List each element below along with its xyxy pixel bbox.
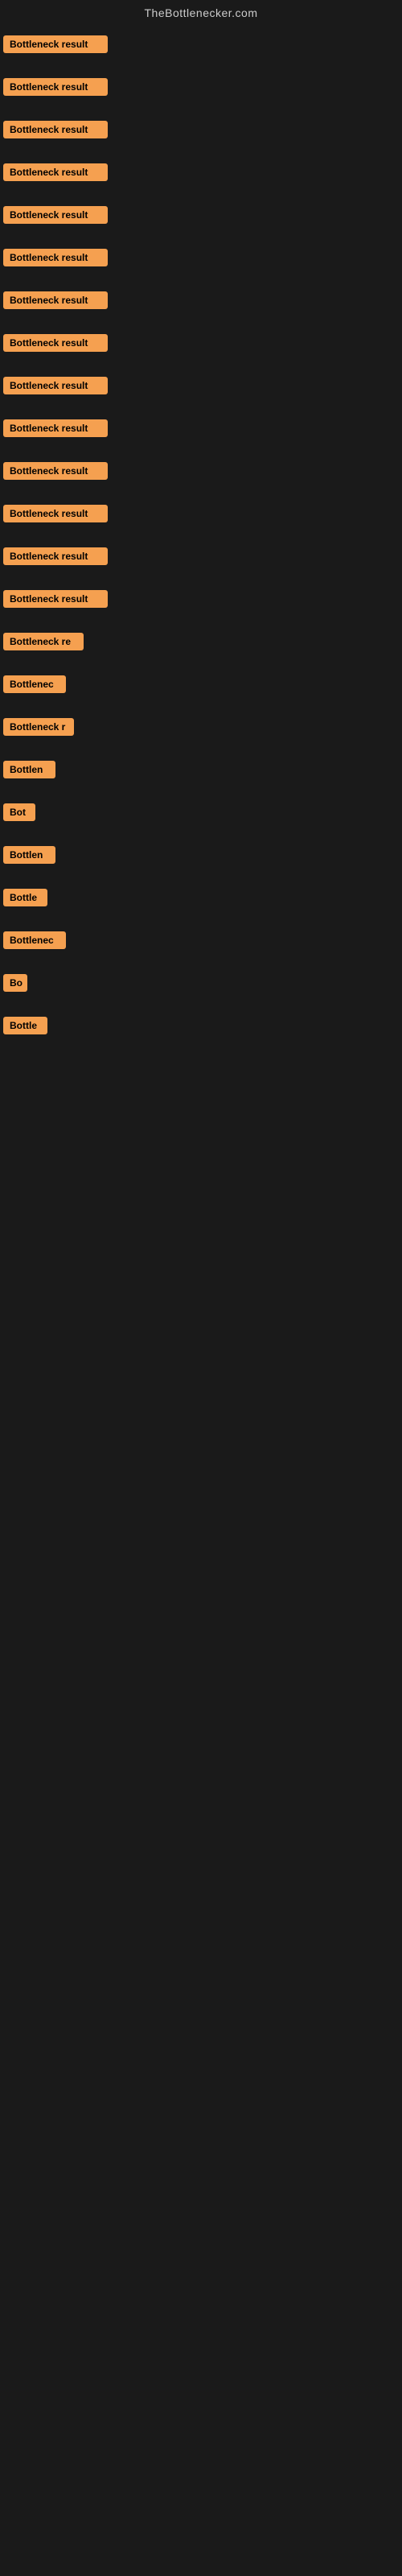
bottleneck-result-badge[interactable]: Bottleneck re bbox=[3, 633, 84, 650]
list-item: Bottlenec bbox=[3, 669, 399, 712]
bottleneck-result-badge[interactable]: Bottleneck result bbox=[3, 163, 108, 181]
bottleneck-result-badge[interactable]: Bottle bbox=[3, 889, 47, 906]
bottleneck-result-badge[interactable]: Bottlenec bbox=[3, 931, 66, 949]
list-item: Bottleneck result bbox=[3, 242, 399, 285]
bottleneck-result-badge[interactable]: Bottlenec bbox=[3, 675, 66, 693]
list-item: Bottleneck result bbox=[3, 584, 399, 626]
bottleneck-result-badge[interactable]: Bottleneck result bbox=[3, 334, 108, 352]
list-item: Bottleneck result bbox=[3, 456, 399, 498]
list-item: Bottle bbox=[3, 882, 399, 925]
bottleneck-result-badge[interactable]: Bot bbox=[3, 803, 35, 821]
list-item: Bottleneck r bbox=[3, 712, 399, 754]
list-item: Bottleneck result bbox=[3, 200, 399, 242]
bottleneck-result-badge[interactable]: Bottleneck result bbox=[3, 462, 108, 480]
bottleneck-result-badge[interactable]: Bottleneck result bbox=[3, 377, 108, 394]
bottleneck-result-badge[interactable]: Bottlen bbox=[3, 761, 55, 778]
list-item: Bottleneck result bbox=[3, 29, 399, 72]
list-item: Bottle bbox=[3, 1010, 399, 1053]
list-item: Bottlen bbox=[3, 754, 399, 797]
bottleneck-result-badge[interactable]: Bottleneck r bbox=[3, 718, 74, 736]
bottleneck-result-badge[interactable]: Bottleneck result bbox=[3, 35, 108, 53]
list-item: Bottleneck result bbox=[3, 285, 399, 328]
bottleneck-result-badge[interactable]: Bottleneck result bbox=[3, 121, 108, 138]
bottleneck-result-badge[interactable]: Bottleneck result bbox=[3, 590, 108, 608]
list-item: Bottleneck result bbox=[3, 413, 399, 456]
list-item: Bottleneck result bbox=[3, 328, 399, 370]
list-item: Bottleneck result bbox=[3, 157, 399, 200]
bottleneck-result-badge[interactable]: Bottlen bbox=[3, 846, 55, 864]
bottleneck-result-badge[interactable]: Bottleneck result bbox=[3, 249, 108, 266]
list-item: Bottleneck result bbox=[3, 114, 399, 157]
page-wrapper: TheBottlenecker.com Bottleneck resultBot… bbox=[0, 0, 402, 1053]
bottleneck-result-badge[interactable]: Bottleneck result bbox=[3, 505, 108, 522]
list-item: Bottlenec bbox=[3, 925, 399, 968]
site-title-bar: TheBottlenecker.com bbox=[0, 0, 402, 29]
items-container: Bottleneck result Bottleneck result Bottle… bbox=[0, 29, 402, 1053]
list-item: Bottleneck result bbox=[3, 541, 399, 584]
bottleneck-result-badge[interactable]: Bottleneck result bbox=[3, 291, 108, 309]
list-item: Bo bbox=[3, 968, 399, 1010]
site-title: TheBottlenecker.com bbox=[0, 0, 402, 29]
bottleneck-result-badge[interactable]: Bottleneck result bbox=[3, 206, 108, 224]
bottleneck-result-badge[interactable]: Bottleneck result bbox=[3, 547, 108, 565]
list-item: Bottleneck result bbox=[3, 370, 399, 413]
list-item: Bottleneck re bbox=[3, 626, 399, 669]
bottleneck-result-badge[interactable]: Bo bbox=[3, 974, 27, 992]
bottleneck-result-badge[interactable]: Bottleneck result bbox=[3, 419, 108, 437]
bottleneck-result-badge[interactable]: Bottle bbox=[3, 1017, 47, 1034]
list-item: Bottleneck result bbox=[3, 498, 399, 541]
bottleneck-result-badge[interactable]: Bottleneck result bbox=[3, 78, 108, 96]
list-item: Bot bbox=[3, 797, 399, 840]
list-item: Bottlen bbox=[3, 840, 399, 882]
list-item: Bottleneck result bbox=[3, 72, 399, 114]
